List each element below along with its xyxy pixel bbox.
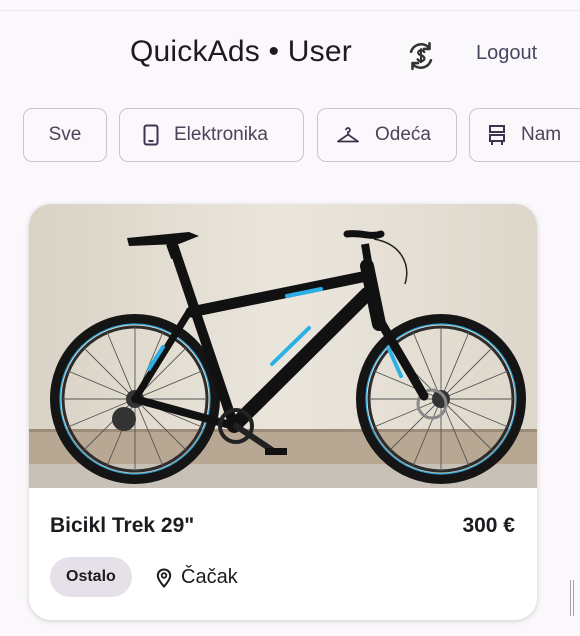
ad-location: Čačak [156, 566, 238, 589]
chip-label: Sve [48, 124, 82, 145]
scrollbar-handle[interactable] [570, 580, 574, 616]
chip-odeca[interactable]: Odeća [317, 108, 457, 162]
top-app-bar: QuickAds • User Logout [0, 10, 580, 93]
hanger-icon [336, 125, 360, 145]
location-pin-icon [156, 567, 172, 588]
app-title: QuickAds • User [130, 35, 352, 68]
ad-card[interactable]: Bicikl Trek 29" 300 € Ostalo Čačak [29, 204, 537, 620]
ad-price: 300 € [462, 514, 515, 537]
phone-icon [143, 124, 159, 146]
chip-elektronika[interactable]: Elektronika [119, 108, 304, 162]
bicycle-photo [29, 204, 537, 488]
category-badge: Ostalo [50, 557, 132, 597]
sync-icon[interactable] [402, 37, 440, 75]
category-chips: Sve Elektronika Odeća Nam [23, 108, 580, 166]
furniture-icon [488, 124, 506, 146]
chip-sve[interactable]: Sve [23, 108, 107, 162]
chip-nam[interactable]: Nam [469, 108, 580, 162]
location-label: Čačak [181, 566, 238, 588]
logout-button[interactable]: Logout [476, 42, 537, 65]
ad-title: Bicikl Trek 29" [50, 514, 195, 537]
chip-label: Elektronika [174, 124, 268, 145]
chip-label: Nam [521, 124, 562, 145]
chip-label: Odeća [375, 124, 431, 145]
